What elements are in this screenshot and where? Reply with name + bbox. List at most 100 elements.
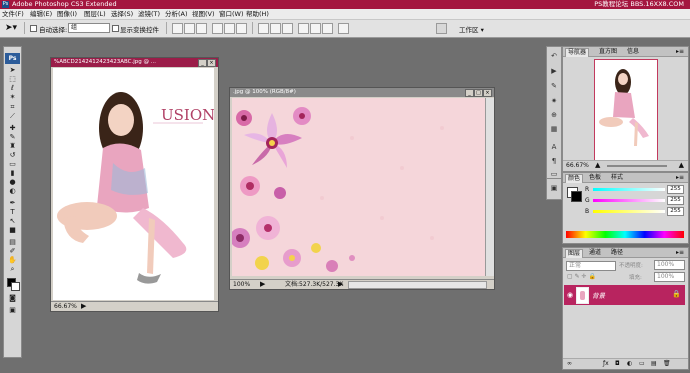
tab-navigator[interactable]: 导航器 [565, 48, 590, 57]
screen-mode-icon[interactable]: ▣ [8, 307, 17, 314]
align-left-icon[interactable] [212, 23, 223, 34]
blend-mode-dropdown[interactable]: 正常 [566, 261, 616, 271]
panel-menu-icon[interactable]: ▸≡ [674, 249, 686, 257]
align-right-icon[interactable] [236, 23, 247, 34]
new-layer-icon[interactable]: ▤ [651, 360, 657, 367]
distribute-vcenter-icon[interactable] [270, 23, 281, 34]
tab-layers[interactable]: 图层 [565, 249, 584, 258]
adjustment-layer-icon[interactable]: ◐ [627, 360, 632, 367]
color-spectrum-bar[interactable] [566, 231, 684, 238]
zoom-level[interactable]: 100% [233, 280, 250, 289]
tool-presets-icon[interactable]: ✎ [550, 82, 558, 90]
minimize-button[interactable]: _ [198, 59, 207, 67]
layer-mask-icon[interactable]: ◘ [615, 360, 620, 367]
auto-select-checkbox[interactable] [30, 25, 37, 32]
b-slider[interactable] [593, 210, 665, 213]
opacity-input[interactable]: 100% [654, 260, 685, 270]
minimize-button[interactable]: _ [465, 89, 474, 97]
magic-wand-icon[interactable]: ✶ [8, 94, 17, 101]
layer-style-icon[interactable]: ƒx [603, 360, 609, 367]
vertical-scrollbar[interactable] [485, 98, 494, 276]
distribute-hcenter-icon[interactable] [310, 23, 321, 34]
lasso-tool-icon[interactable]: ℓ [8, 85, 17, 92]
brushes-icon[interactable]: ✷ [550, 97, 558, 105]
tab-histogram[interactable]: 直方图 [597, 48, 619, 56]
link-layers-icon[interactable]: ∞ [567, 360, 572, 367]
move-tool-icon[interactable]: ➤ [8, 67, 17, 74]
background-color-swatch[interactable] [11, 282, 20, 291]
hand-tool-icon[interactable]: ✋ [8, 257, 17, 264]
layer-row-background[interactable]: ◉ 背景 🔒 [564, 285, 685, 305]
menu-image[interactable]: 图像(I) [57, 9, 77, 19]
history-brush-icon[interactable]: ↺ [8, 152, 17, 159]
b-value[interactable]: 255 [667, 207, 684, 216]
stamp-tool-icon[interactable]: ♜ [8, 143, 17, 150]
distribute-bottom-icon[interactable] [282, 23, 293, 34]
quick-mask-icon[interactable]: ◙ [8, 295, 17, 302]
r-value[interactable]: 255 [667, 185, 684, 194]
notes-tool-icon[interactable]: ▤ [8, 239, 17, 246]
actions-icon[interactable]: ▶ [550, 67, 558, 75]
tab-styles[interactable]: 样式 [609, 174, 625, 182]
auto-align-icon[interactable] [338, 23, 349, 34]
distribute-top-icon[interactable] [258, 23, 269, 34]
menu-layer[interactable]: 图层(L) [84, 9, 106, 19]
navigator-zoom-value[interactable]: 66.67% [566, 162, 589, 169]
g-slider[interactable] [593, 199, 665, 202]
animation-icon[interactable]: ▣ [550, 184, 558, 192]
menu-view[interactable]: 视图(V) [192, 9, 215, 19]
type-tool-icon[interactable]: T [8, 209, 17, 216]
healing-brush-icon[interactable]: ✚ [8, 125, 17, 132]
paragraph-icon[interactable]: ¶ [550, 157, 558, 165]
shape-tool-icon[interactable]: ■ [8, 227, 17, 234]
distribute-left-icon[interactable] [298, 23, 309, 34]
pen-tool-icon[interactable]: ✒ [8, 200, 17, 207]
zoom-tool-icon[interactable]: ⌕ [8, 266, 17, 273]
fill-input[interactable]: 100% [654, 272, 685, 282]
document-title-bar[interactable]: .jpg @ 100% (RGB/8#) _ □ × [230, 88, 494, 97]
navigator-thumbnail[interactable] [594, 59, 658, 161]
gradient-tool-icon[interactable]: ▮ [8, 170, 17, 177]
zoom-out-icon[interactable]: ▲ [595, 161, 600, 169]
visibility-eye-icon[interactable]: ◉ [567, 291, 573, 299]
maximize-button[interactable]: □ [474, 89, 483, 97]
zoom-slider[interactable] [607, 165, 667, 167]
clone-source-icon[interactable]: ⊕ [550, 111, 558, 119]
path-selection-icon[interactable]: ↖ [8, 218, 17, 225]
crop-tool-icon[interactable]: ⌗ [8, 104, 17, 111]
status-arrow-icon[interactable]: ▶ [81, 302, 86, 311]
history-icon[interactable]: ↶ [550, 52, 558, 60]
close-button[interactable]: × [207, 59, 216, 67]
panel-menu-icon[interactable]: ▸≡ [674, 174, 686, 182]
panel-menu-icon[interactable]: ▸≡ [674, 48, 686, 56]
menu-edit[interactable]: 编辑(E) [30, 9, 52, 19]
document-canvas[interactable] [232, 98, 485, 276]
show-transform-checkbox[interactable] [112, 25, 119, 32]
document-title-bar[interactable]: %ABCD2142412423423ABC.jpg @ ... _ × [51, 58, 218, 67]
menu-window[interactable]: 窗口(W) [219, 9, 244, 19]
blur-tool-icon[interactable]: ● [8, 179, 17, 186]
tab-swatches[interactable]: 色板 [587, 174, 603, 182]
status-menu-arrow-icon[interactable]: ▶ [338, 280, 343, 289]
menu-select[interactable]: 选择(S) [111, 9, 133, 19]
align-top-icon[interactable] [172, 23, 183, 34]
measurement-icon[interactable]: ▭ [550, 170, 558, 178]
menu-analysis[interactable]: 分析(A) [165, 9, 188, 19]
brush-tool-icon[interactable]: ✎ [8, 134, 17, 141]
menu-file[interactable]: 文件(F) [2, 9, 24, 19]
tab-paths[interactable]: 路径 [609, 249, 625, 257]
align-vcenter-icon[interactable] [184, 23, 195, 34]
tab-channels[interactable]: 通道 [587, 249, 603, 257]
eyedropper-icon[interactable]: ✐ [8, 248, 17, 255]
r-slider[interactable] [593, 188, 665, 191]
character-icon[interactable]: A [550, 143, 558, 151]
slice-tool-icon[interactable]: ⟋ [8, 113, 17, 120]
document-canvas[interactable]: USION [53, 68, 214, 300]
align-hcenter-icon[interactable] [224, 23, 235, 34]
dodge-tool-icon[interactable]: ◐ [8, 188, 17, 195]
eraser-tool-icon[interactable]: ▭ [8, 161, 17, 168]
auto-select-dropdown[interactable]: 组 [68, 23, 110, 33]
move-tool-icon[interactable]: ➤▾ [5, 23, 17, 33]
delete-layer-icon[interactable]: 🗑 [663, 360, 671, 367]
zoom-level[interactable]: 66.67% [54, 302, 77, 311]
